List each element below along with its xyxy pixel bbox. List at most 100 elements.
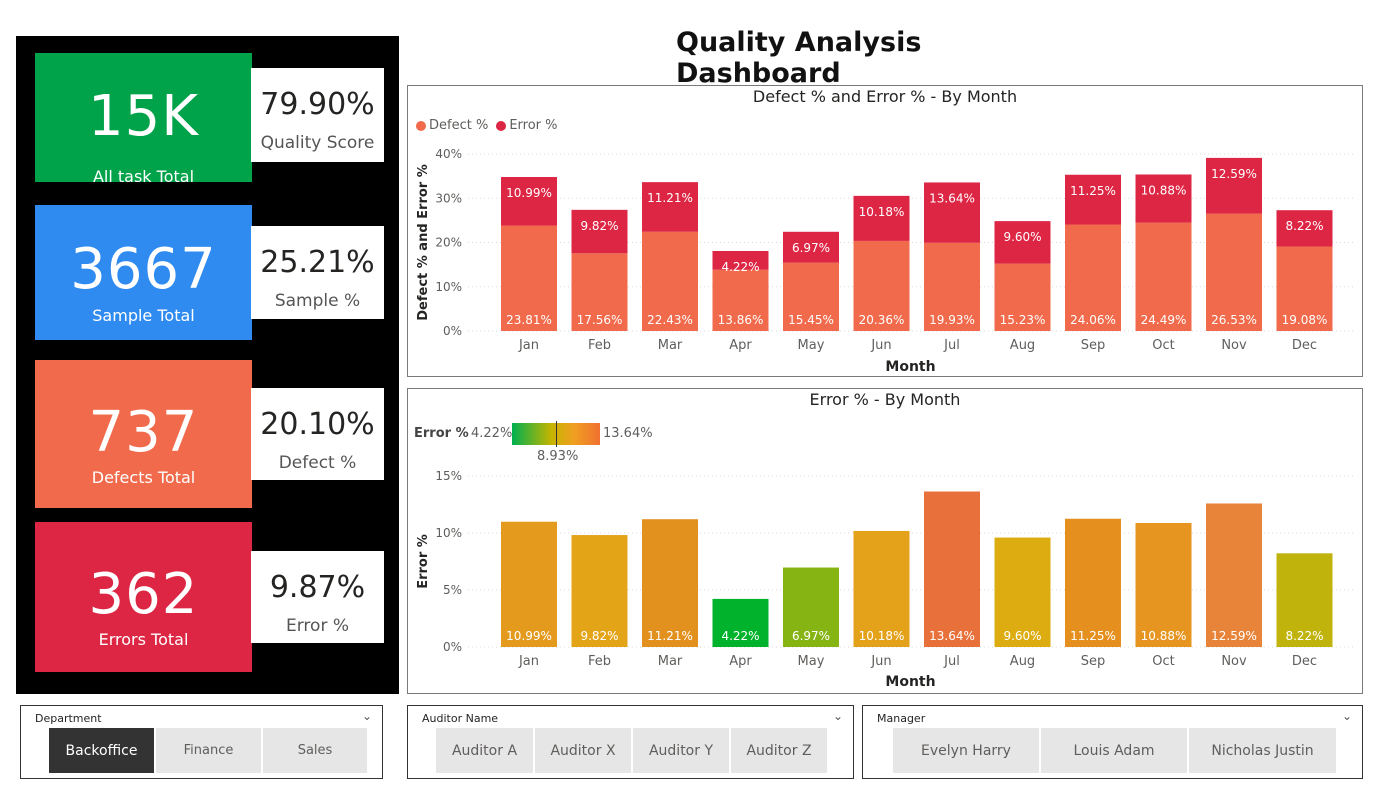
data-label: 9.82% bbox=[580, 219, 618, 233]
x-tick-label: Oct bbox=[1152, 338, 1174, 353]
chevron-down-icon[interactable]: ⌄ bbox=[833, 709, 843, 723]
x-tick-label: Jan bbox=[518, 654, 539, 669]
x-tick-label: Mar bbox=[658, 654, 683, 669]
defect-error-stacked-bar-chart: 0% 10% 20% 30% 40% Defect % and Error % Month 2… bbox=[416, 147, 1353, 375]
x-tick-label: May bbox=[798, 654, 825, 669]
bar-secondary[interactable] bbox=[1135, 174, 1192, 223]
x-tick-label: Sep bbox=[1081, 338, 1106, 353]
data-label: 6.97% bbox=[792, 241, 830, 255]
defects-total-label: Defects Total bbox=[91, 468, 196, 487]
chevron-down-icon[interactable]: ⌄ bbox=[1342, 709, 1352, 723]
department-slicer: Department ⌄ Backoffice Finance Sales bbox=[20, 705, 383, 779]
defect-pct-card: 20.10% Defect % bbox=[251, 388, 384, 480]
data-label: 10.18% bbox=[859, 205, 905, 219]
data-label: 9.60% bbox=[1003, 629, 1041, 643]
quality-score-card: 79.90% Quality Score bbox=[251, 68, 384, 162]
data-label: 13.64% bbox=[929, 629, 975, 643]
data-label: 9.60% bbox=[1003, 230, 1041, 244]
data-label: 4.22% bbox=[721, 260, 759, 274]
x-tick-label: Jul bbox=[943, 654, 960, 669]
y-axis-title: Defect % and Error % bbox=[416, 164, 431, 321]
error-bar-chart: 0% 5% 10% 15% Error % Month 10.99% Jan 9.82% Feb 1… bbox=[416, 469, 1353, 690]
x-tick-label: Feb bbox=[588, 654, 611, 669]
x-tick-label: Oct bbox=[1152, 654, 1174, 669]
department-option-finance[interactable]: Finance bbox=[156, 728, 261, 773]
bar-secondary[interactable] bbox=[1065, 174, 1121, 225]
x-tick-label: Jun bbox=[870, 338, 891, 353]
bar-primary[interactable] bbox=[1206, 503, 1262, 647]
department-option-sales[interactable]: Sales bbox=[263, 728, 367, 773]
data-label: 15.45% bbox=[788, 313, 834, 327]
bar-primary[interactable] bbox=[1065, 518, 1121, 647]
department-option-backoffice[interactable]: Backoffice bbox=[49, 728, 154, 773]
data-label: 9.82% bbox=[580, 629, 618, 643]
data-label: 8.22% bbox=[1285, 629, 1323, 643]
data-label: 19.93% bbox=[929, 313, 975, 327]
x-tick-label: Jan bbox=[518, 338, 539, 353]
errors-total-value: 362 bbox=[88, 562, 199, 627]
x-tick-label: Dec bbox=[1292, 338, 1317, 353]
manager-option-louis-adam[interactable]: Louis Adam bbox=[1041, 728, 1187, 773]
defect-pct-value: 20.10% bbox=[260, 407, 375, 442]
y-tick-label: 0% bbox=[443, 640, 462, 654]
errors-total-label: Errors Total bbox=[98, 630, 189, 649]
auditor-option-a[interactable]: Auditor A bbox=[436, 728, 533, 773]
bar-secondary[interactable] bbox=[501, 177, 557, 226]
bar-primary[interactable] bbox=[924, 491, 980, 647]
auditor-option-z[interactable]: Auditor Z bbox=[731, 728, 827, 773]
x-tick-label: Aug bbox=[1010, 654, 1035, 669]
x-tick-label: Apr bbox=[729, 654, 752, 669]
data-label: 11.21% bbox=[647, 191, 693, 205]
error-pct-value: 9.87% bbox=[269, 570, 366, 605]
all-task-card: 15K All task Total bbox=[35, 53, 252, 185]
auditor-slicer-header: Auditor Name bbox=[422, 712, 499, 725]
x-tick-label: Sep bbox=[1081, 654, 1106, 669]
data-label: 8.22% bbox=[1285, 219, 1323, 233]
data-label: 11.25% bbox=[1070, 184, 1116, 198]
data-label: 11.25% bbox=[1070, 629, 1116, 643]
x-tick-label: Jul bbox=[943, 338, 960, 353]
chevron-down-icon[interactable]: ⌄ bbox=[362, 709, 372, 723]
data-label: 17.56% bbox=[577, 313, 623, 327]
data-label: 22.43% bbox=[647, 313, 693, 327]
y-tick-label: 10% bbox=[435, 526, 462, 540]
data-label: 26.53% bbox=[1211, 313, 1257, 327]
x-tick-label: Feb bbox=[588, 338, 611, 353]
x-tick-label: Jun bbox=[870, 654, 891, 669]
all-task-total-value: 15K bbox=[88, 84, 199, 149]
data-label: 24.49% bbox=[1141, 313, 1187, 327]
error-chart-panel: Error % - By Month Error % 4.22% 13.64% … bbox=[407, 388, 1363, 694]
bar-primary[interactable] bbox=[642, 519, 698, 647]
x-tick-label: Nov bbox=[1221, 654, 1247, 669]
manager-option-nicholas-justin[interactable]: Nicholas Justin bbox=[1189, 728, 1336, 773]
department-slicer-header: Department bbox=[35, 712, 102, 725]
x-axis-title: Month bbox=[885, 359, 935, 375]
data-label: 4.22% bbox=[721, 629, 759, 643]
data-label: 24.06% bbox=[1070, 313, 1116, 327]
defect-error-chart-panel: Defect % and Error % - By Month Defect %… bbox=[407, 85, 1363, 377]
sample-pct-card: 25.21% Sample % bbox=[251, 226, 384, 319]
bar-secondary[interactable] bbox=[642, 182, 698, 232]
sample-pct-label: Sample % bbox=[274, 291, 361, 311]
x-tick-label: Nov bbox=[1221, 338, 1247, 353]
manager-slicer: Manager ⌄ Evelyn Harry Louis Adam Nichol… bbox=[862, 705, 1363, 779]
x-axis-title: Month bbox=[885, 674, 935, 690]
data-label: 10.88% bbox=[1141, 629, 1187, 643]
defects-card: 737 Defects Total bbox=[35, 360, 252, 508]
data-label: 12.59% bbox=[1211, 629, 1257, 643]
kpi-panel: 15K All task Total 79.90% Quality Score … bbox=[16, 36, 399, 694]
manager-option-evelyn-harry[interactable]: Evelyn Harry bbox=[893, 728, 1039, 773]
data-label: 12.59% bbox=[1211, 167, 1257, 181]
y-tick-label: 20% bbox=[435, 236, 462, 250]
data-label: 11.21% bbox=[647, 629, 693, 643]
sample-pct-value: 25.21% bbox=[260, 245, 375, 280]
auditor-slicer: Auditor Name ⌄ Auditor A Auditor X Audit… bbox=[407, 705, 854, 779]
auditor-option-x[interactable]: Auditor X bbox=[535, 728, 631, 773]
y-tick-label: 40% bbox=[435, 147, 462, 161]
dashboard-title: Quality Analysis Dashboard bbox=[676, 26, 922, 89]
data-label: 13.64% bbox=[929, 191, 975, 205]
auditor-option-y[interactable]: Auditor Y bbox=[633, 728, 729, 773]
errors-card: 362 Errors Total bbox=[35, 522, 252, 672]
data-label: 13.86% bbox=[718, 313, 764, 327]
y-tick-label: 15% bbox=[435, 469, 462, 483]
